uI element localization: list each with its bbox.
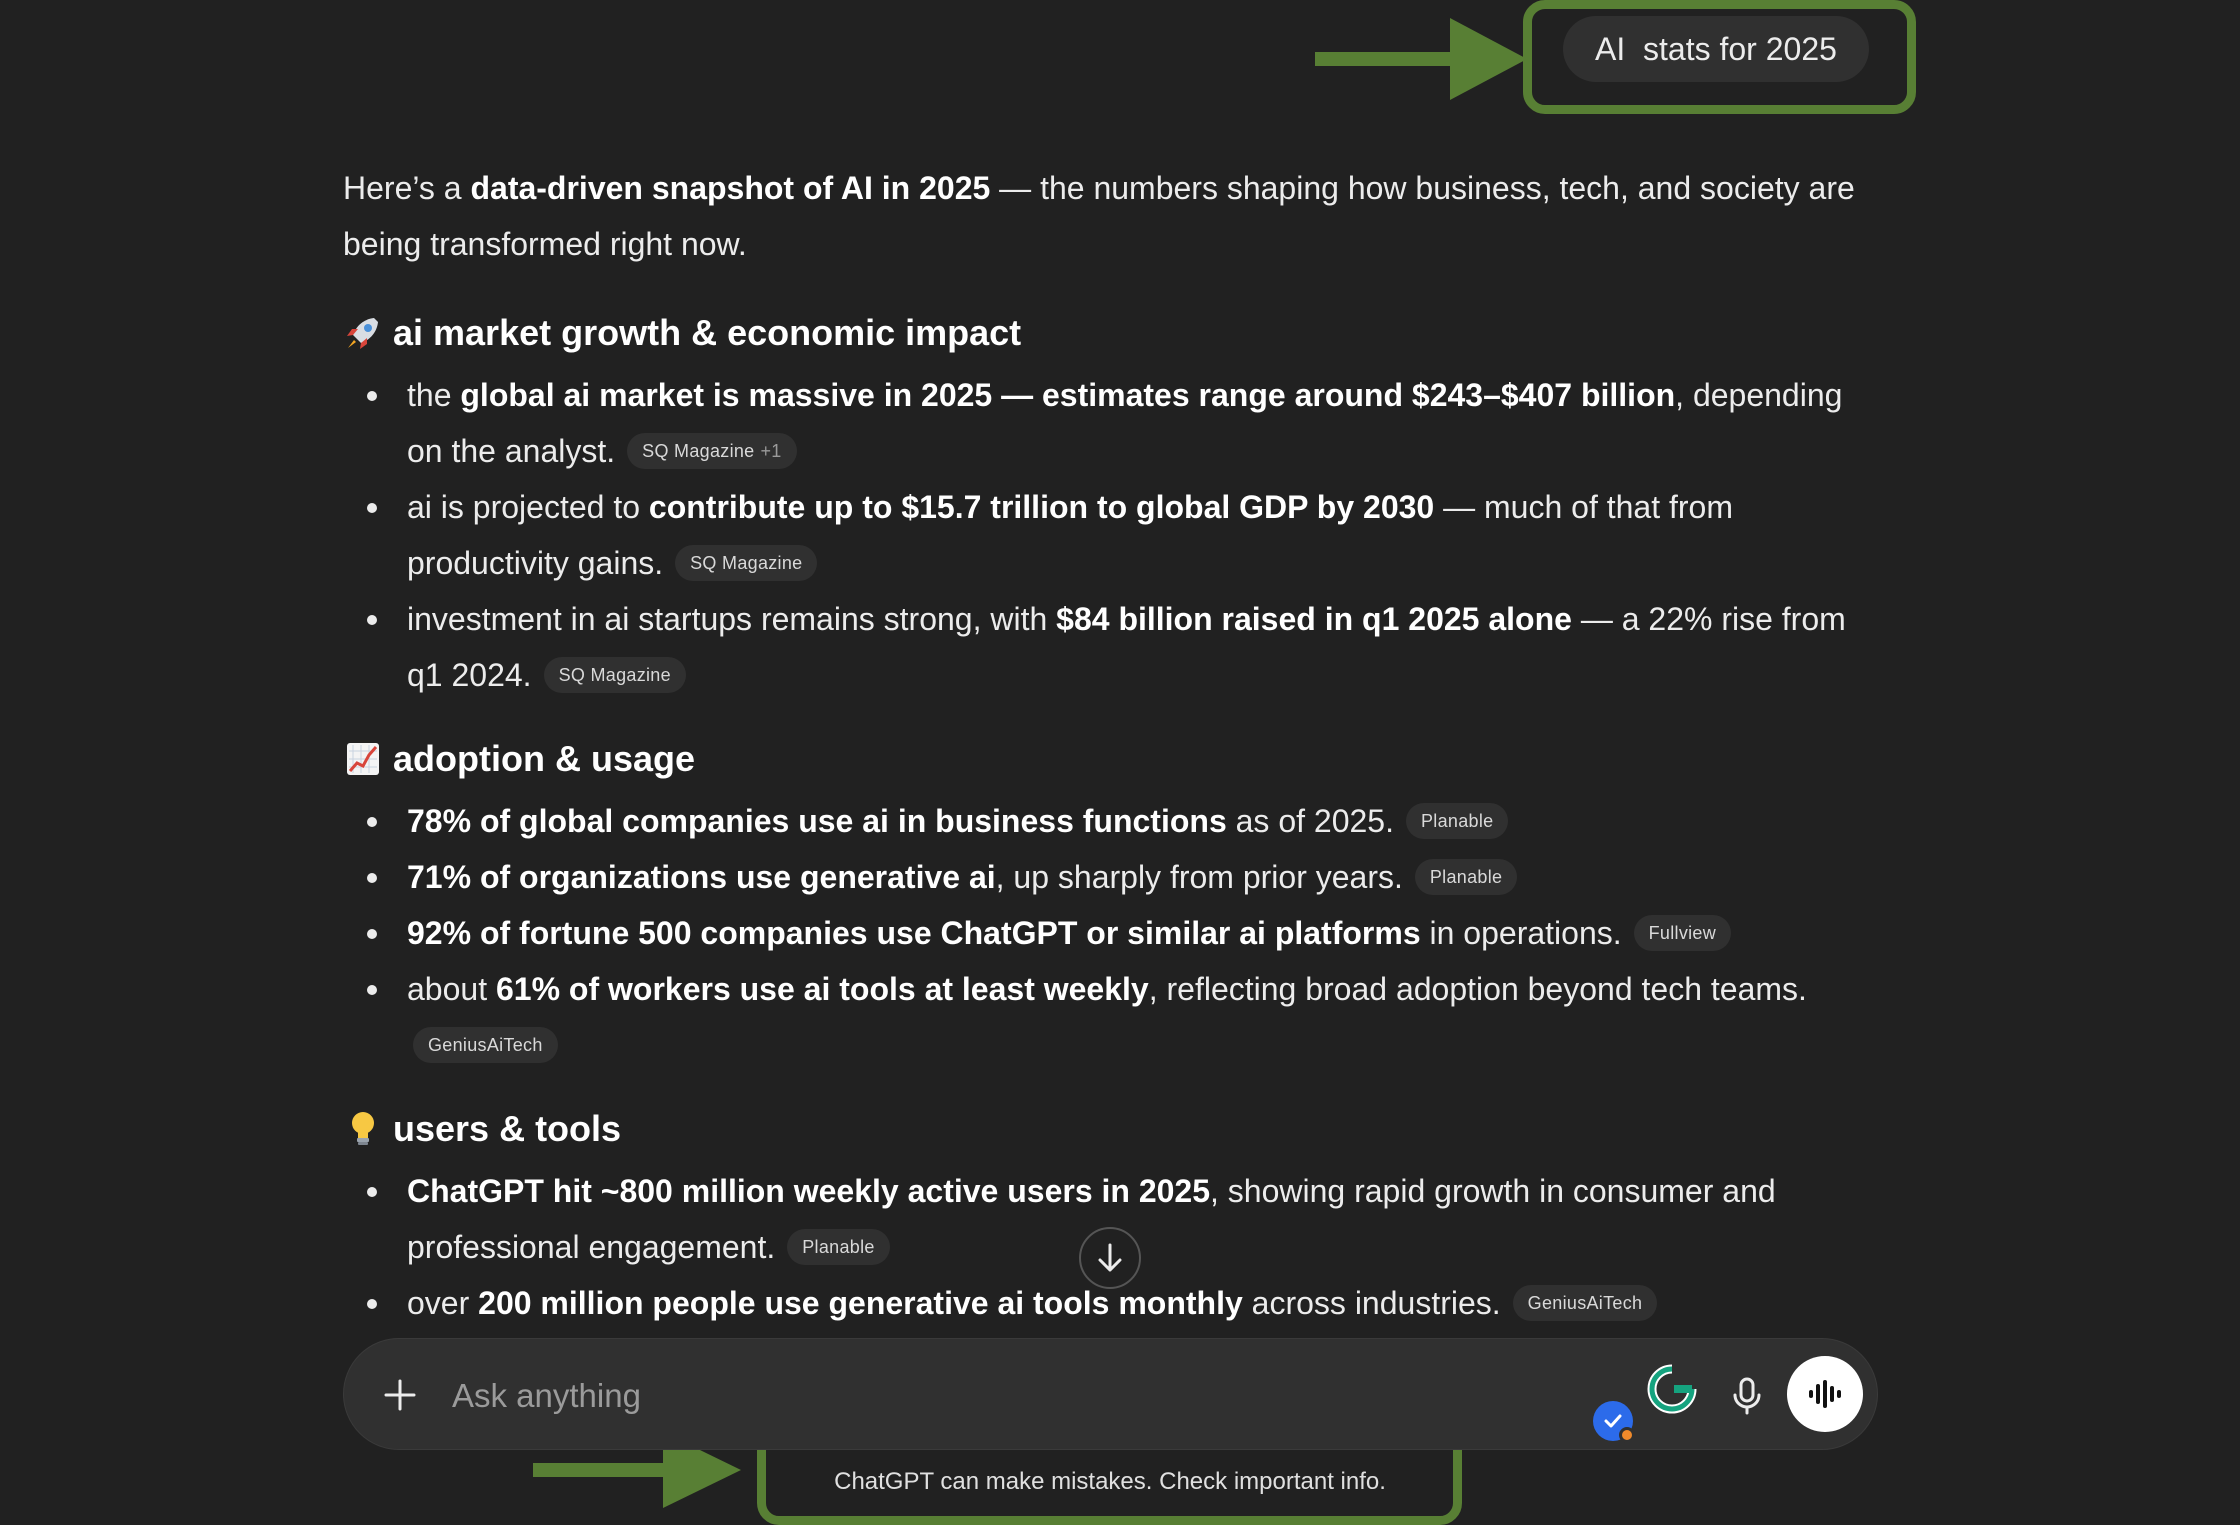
chart-increasing-icon: [343, 739, 383, 779]
source-citation-badge[interactable]: SQ Magazine +1: [627, 432, 797, 469]
highlight-box-user-message: [1523, 0, 1916, 114]
bullet-list: 78% of global companies use ai in busine…: [343, 793, 1883, 1073]
message-composer: [343, 1338, 1878, 1450]
grammarly-icon[interactable]: [1646, 1363, 1698, 1415]
light-bulb-icon: [343, 1109, 383, 1149]
scroll-to-bottom-button[interactable]: [1079, 1227, 1141, 1289]
bullet-list: the global ai market is massive in 2025 …: [343, 367, 1883, 703]
section-heading: ai market growth & economic impact: [343, 305, 1883, 361]
prompt-input[interactable]: [450, 1365, 1454, 1427]
source-citation-badge[interactable]: Planable: [787, 1228, 890, 1265]
list-item: about 61% of workers use ai tools at lea…: [343, 961, 1883, 1073]
source-citation-badge[interactable]: SQ Magazine: [543, 656, 686, 693]
list-item: 92% of fortune 500 companies use ChatGPT…: [343, 905, 1883, 961]
disclaimer-text: ChatGPT can make mistakes. Check importa…: [834, 1468, 1386, 1495]
voice-mode-button[interactable]: [1787, 1356, 1863, 1432]
assistant-response: Here’s a data-driven snapshot of AI in 2…: [343, 160, 1883, 1331]
dictate-button[interactable]: [1722, 1371, 1772, 1421]
list-item: 78% of global companies use ai in busine…: [343, 793, 1883, 849]
section-heading: adoption & usage: [343, 731, 1883, 787]
source-citation-badge[interactable]: Planable: [1405, 802, 1509, 839]
list-item: the global ai market is massive in 2025 …: [343, 367, 1883, 479]
response-intro: Here’s a data-driven snapshot of AI in 2…: [343, 170, 1855, 262]
voice-waveform-icon: [1809, 1380, 1841, 1408]
list-item: investment in ai startups remains strong…: [343, 591, 1883, 703]
source-citation-badge[interactable]: Planable: [1414, 858, 1518, 895]
list-item: ai is projected to contribute up to $15.…: [343, 479, 1883, 591]
annotation-arrow-right-icon: [1315, 18, 1527, 100]
rocket-icon: [343, 313, 383, 353]
source-citation-badge[interactable]: GeniusAiTech: [413, 1026, 558, 1063]
source-citation-badge[interactable]: Fullview: [1633, 914, 1732, 951]
microphone-icon: [1733, 1377, 1761, 1415]
plus-icon: [384, 1379, 416, 1411]
arrow-down-icon: [1098, 1243, 1122, 1272]
source-citation-badge[interactable]: GeniusAiTech: [1512, 1284, 1658, 1321]
source-citation-badge[interactable]: SQ Magazine: [675, 544, 818, 581]
list-item: 71% of organizations use generative ai, …: [343, 849, 1883, 905]
add-attachment-button[interactable]: [378, 1373, 422, 1417]
status-dot: [1619, 1427, 1635, 1443]
section-heading: users & tools: [343, 1101, 1883, 1157]
